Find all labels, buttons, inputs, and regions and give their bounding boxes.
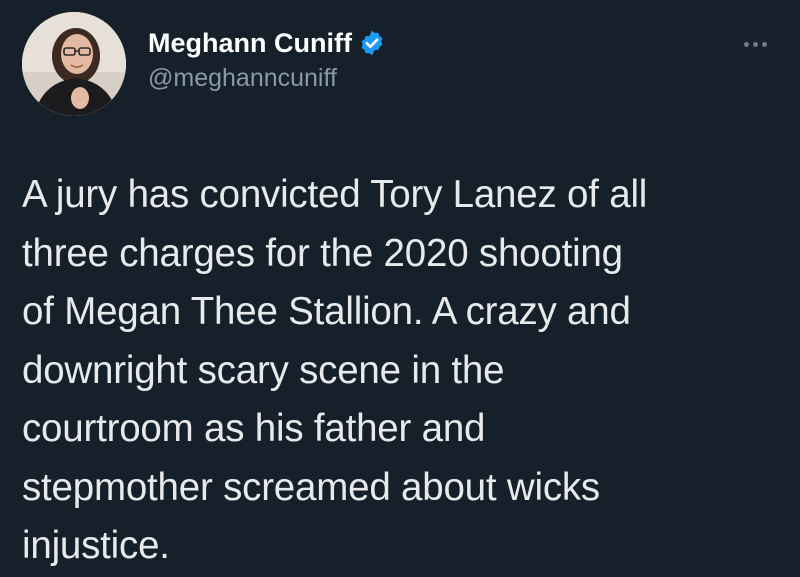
author-info: Meghann Cuniff @meghanncuniff	[148, 26, 386, 93]
dot	[744, 41, 749, 47]
more-options-button[interactable]	[736, 32, 776, 56]
dot	[753, 41, 758, 47]
verified-badge-icon	[358, 29, 386, 57]
dot	[762, 41, 767, 47]
user-handle[interactable]: @meghanncuniff	[148, 64, 386, 93]
tweet-card: Meghann Cuniff @meghanncuniff A jury has…	[0, 0, 800, 577]
tweet-text: A jury has convicted Tory Lanez of all t…	[22, 173, 648, 567]
display-name[interactable]: Meghann Cuniff	[148, 28, 352, 59]
avatar[interactable]	[22, 12, 126, 116]
name-row: Meghann Cuniff	[148, 26, 386, 60]
more-options-icon	[744, 41, 767, 47]
profile-photo-icon	[22, 12, 126, 116]
